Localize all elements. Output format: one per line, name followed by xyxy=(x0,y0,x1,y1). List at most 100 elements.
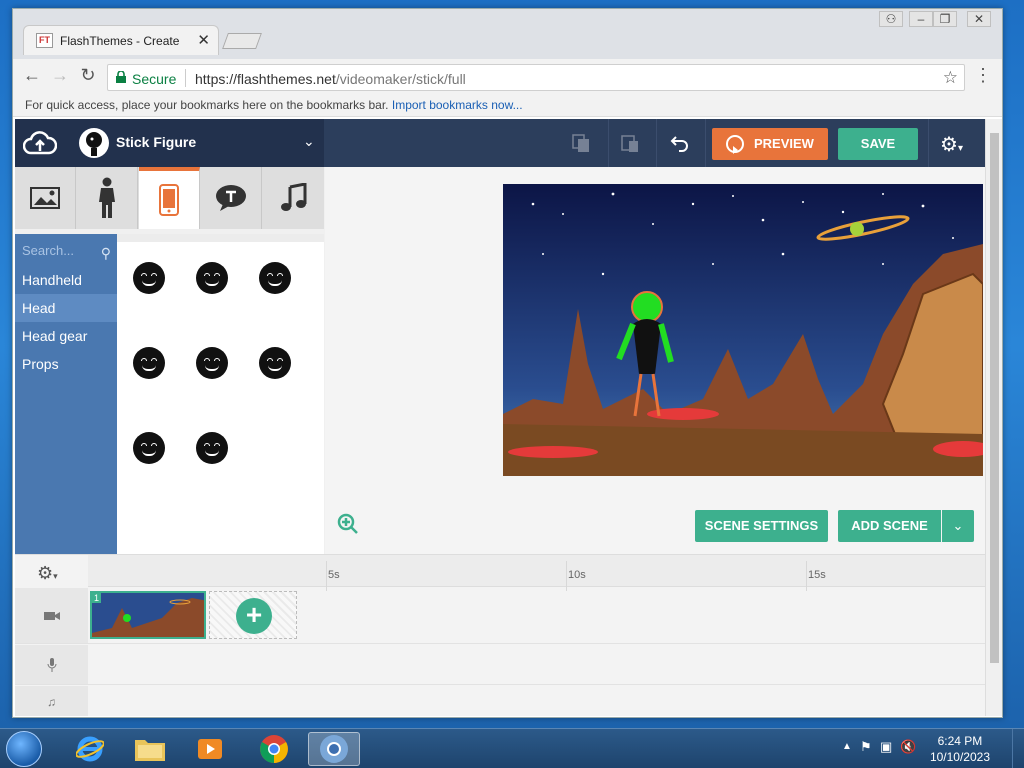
url-text: https://flashthemes.net/videomaker/stick… xyxy=(195,71,466,87)
chevron-down-icon: ⌄ xyxy=(952,518,964,533)
add-scene-button[interactable]: ADD SCENE xyxy=(838,510,941,542)
media-player-icon[interactable] xyxy=(184,732,236,766)
settings-gear-icon[interactable]: ⚙▾ xyxy=(940,132,963,157)
scene-thumbnail[interactable]: 1 xyxy=(90,591,206,639)
toolbar-divider xyxy=(608,119,609,167)
secure-label: Secure xyxy=(132,71,177,87)
stage-area: SCENE SETTINGS ADD SCENE ⌄ xyxy=(325,167,985,554)
chevron-down-icon[interactable]: ⌄ xyxy=(303,133,315,150)
new-tab-button[interactable] xyxy=(222,33,262,49)
user-profile-icon[interactable]: ⚇ xyxy=(879,11,903,27)
browser-titlebar: FT FlashThemes - Create ✕ ⚇ – ❐ ✕ xyxy=(13,9,1002,59)
url-host: https://flashthemes.net xyxy=(195,71,336,87)
phone-icon xyxy=(159,184,179,216)
internet-explorer-icon[interactable] xyxy=(64,732,116,766)
reload-icon[interactable]: ↻ xyxy=(77,65,99,86)
folder-icon[interactable] xyxy=(124,732,176,766)
url-path: /videomaker/stick/full xyxy=(335,71,466,87)
copy-icon[interactable] xyxy=(571,133,591,153)
browser-menu-icon[interactable]: ⋮ xyxy=(974,65,992,86)
undo-icon[interactable] xyxy=(670,133,690,153)
forward-icon[interactable]: → xyxy=(49,65,71,86)
page-scrollbar[interactable] xyxy=(985,119,1002,716)
lock-icon xyxy=(116,71,126,83)
tab-sound[interactable] xyxy=(263,167,324,229)
microphone-icon xyxy=(15,645,88,684)
import-bookmarks-link[interactable]: Import bookmarks now... xyxy=(392,98,523,112)
image-icon xyxy=(30,187,60,209)
tick-label: 10s xyxy=(566,561,586,591)
scrollbar-thumb[interactable] xyxy=(990,133,999,663)
toolbar-divider xyxy=(928,119,929,167)
system-tray: ▲ ⚑ ▣ 🔇 6:24 PM 10/10/2023 xyxy=(832,729,1012,768)
app-toolbar: Stick Figure ⌄ PREVIEW SAVE ⚙▾ xyxy=(15,119,985,167)
category-tabs xyxy=(15,167,324,229)
search-input[interactable]: Search... ⚲ xyxy=(15,240,117,262)
cloud-upload-icon[interactable] xyxy=(23,129,57,157)
preview-button[interactable]: PREVIEW xyxy=(712,128,828,160)
start-button[interactable] xyxy=(6,731,42,767)
tab-props[interactable] xyxy=(139,167,200,229)
head-asset[interactable] xyxy=(133,262,165,294)
speech-bubble-icon xyxy=(216,185,246,211)
sidebar-item-head[interactable]: Head xyxy=(15,294,117,322)
space-scene-illustration xyxy=(503,184,983,476)
volume-muted-icon[interactable]: 🔇 xyxy=(900,739,916,755)
browser-window: FT FlashThemes - Create ✕ ⚇ – ❐ ✕ ← → ↻ … xyxy=(12,8,1003,718)
browser-tab[interactable]: FT FlashThemes - Create ✕ xyxy=(23,25,219,55)
character-icon xyxy=(99,177,115,218)
clock[interactable]: 6:24 PM 10/10/2023 xyxy=(930,733,990,765)
tray-expand-icon[interactable]: ▲ xyxy=(842,741,852,752)
tab-backgrounds[interactable] xyxy=(15,167,76,229)
close-window-button[interactable]: ✕ xyxy=(967,11,991,27)
close-tab-icon[interactable]: ✕ xyxy=(197,31,210,49)
scene-number: 1 xyxy=(92,593,102,603)
maximize-button[interactable]: ❐ xyxy=(933,11,957,27)
add-scene-slot[interactable]: + xyxy=(209,591,297,639)
timeline-settings-icon[interactable]: ⚙▾ xyxy=(37,563,58,584)
head-asset[interactable] xyxy=(196,262,228,294)
scene-settings-button[interactable]: SCENE SETTINGS xyxy=(695,510,828,542)
tab-characters[interactable] xyxy=(77,167,138,229)
tick-label: 5s xyxy=(326,561,340,591)
toolbar-divider xyxy=(705,119,706,167)
bookmark-star-icon[interactable]: ☆ xyxy=(943,68,958,88)
network-icon[interactable]: ▣ xyxy=(880,739,892,755)
paste-icon[interactable] xyxy=(620,133,640,153)
chrome-active-icon[interactable] xyxy=(308,732,360,766)
tick-label: 15s xyxy=(806,561,826,591)
head-asset[interactable] xyxy=(133,347,165,379)
head-asset[interactable] xyxy=(196,347,228,379)
action-center-icon[interactable]: ⚑ xyxy=(860,739,872,755)
head-asset[interactable] xyxy=(259,347,291,379)
add-scene-dropdown-button[interactable]: ⌄ xyxy=(942,510,974,542)
preview-label: PREVIEW xyxy=(754,136,814,151)
scene-canvas[interactable] xyxy=(503,184,983,476)
zoom-in-icon[interactable] xyxy=(337,513,359,535)
tab-text[interactable] xyxy=(201,167,262,229)
search-icon[interactable]: ⚲ xyxy=(101,242,111,264)
music-note-icon: ♫ xyxy=(15,686,88,716)
address-bar-row: ← → ↻ Secure https://flashthemes.net/vid… xyxy=(13,59,1002,95)
head-asset[interactable] xyxy=(259,262,291,294)
windows-taskbar: ▲ ⚑ ▣ 🔇 6:24 PM 10/10/2023 xyxy=(0,728,1024,768)
add-icon[interactable]: + xyxy=(236,598,272,634)
scene-thumbnail-image xyxy=(92,593,204,637)
save-button[interactable]: SAVE xyxy=(838,128,918,160)
back-icon[interactable]: ← xyxy=(21,65,43,86)
stick-figure-head-icon xyxy=(86,132,102,156)
minimize-button[interactable]: – xyxy=(909,11,933,27)
sidebar-item-props[interactable]: Props xyxy=(15,350,117,378)
bookmarks-bar: For quick access, place your bookmarks h… xyxy=(13,95,1002,117)
chrome-icon[interactable] xyxy=(248,732,300,766)
sidebar-item-handheld[interactable]: Handheld xyxy=(15,266,117,294)
character-avatar[interactable] xyxy=(79,128,109,158)
address-bar[interactable]: Secure https://flashthemes.net/videomake… xyxy=(107,64,965,91)
show-desktop-button[interactable] xyxy=(1012,729,1024,768)
sidebar-item-head-gear[interactable]: Head gear xyxy=(15,322,117,350)
toolbar-divider xyxy=(656,119,657,167)
music-track: ♫ xyxy=(15,686,985,716)
head-asset[interactable] xyxy=(133,432,165,464)
timeline-ruler[interactable]: 5s 10s 15s xyxy=(88,555,985,591)
head-asset[interactable] xyxy=(196,432,228,464)
